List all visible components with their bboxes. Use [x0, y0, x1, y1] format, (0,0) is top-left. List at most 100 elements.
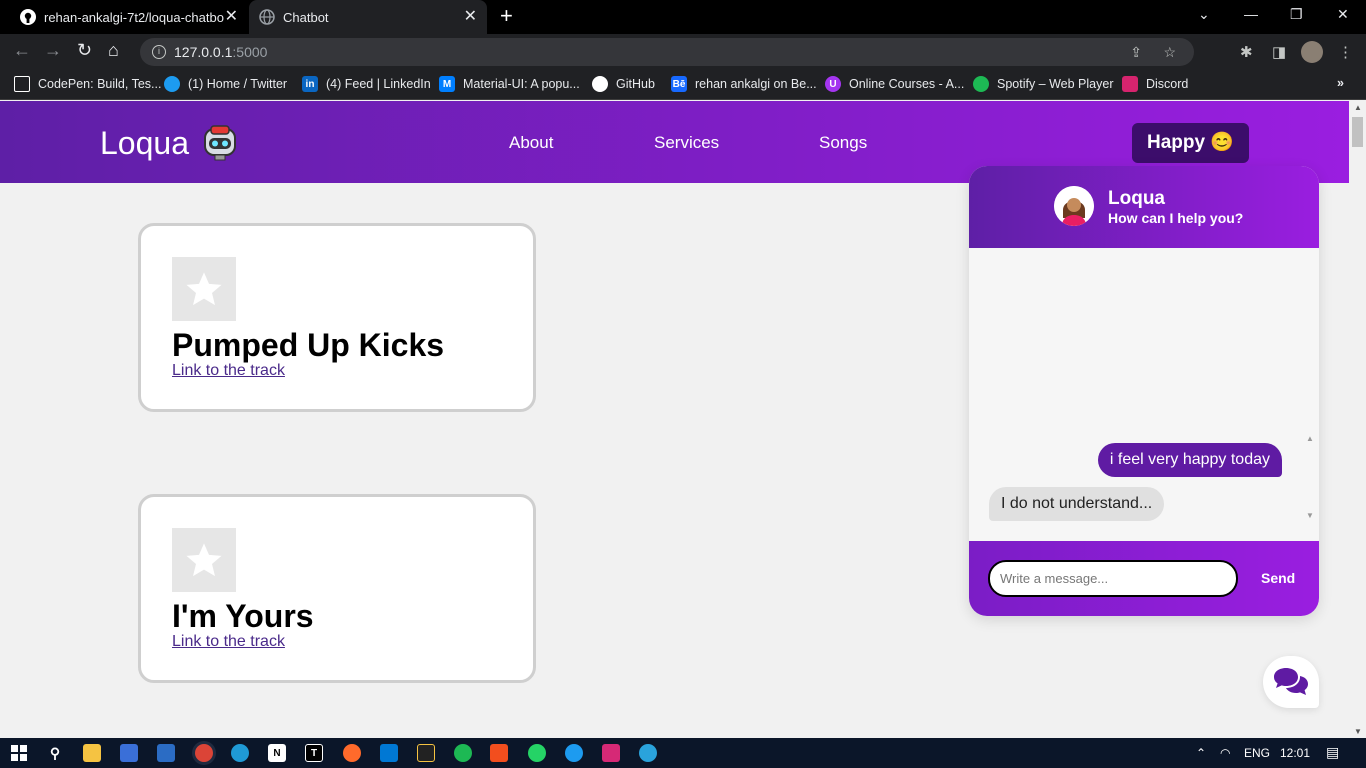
- scroll-up-icon[interactable]: ▲: [1306, 434, 1314, 443]
- bookmark-label: GitHub: [616, 77, 655, 91]
- chevron-up-icon[interactable]: ⌃: [1196, 746, 1206, 760]
- chat-toggle-button[interactable]: [1263, 656, 1319, 708]
- tab-title: Chatbot: [283, 9, 329, 25]
- search-icon[interactable]: ⚲: [46, 744, 64, 762]
- nav-services[interactable]: Services: [654, 133, 719, 153]
- typora-icon[interactable]: T: [305, 744, 323, 762]
- spotify-icon[interactable]: [454, 744, 472, 762]
- tab-search-icon[interactable]: ⌄: [1198, 6, 1210, 23]
- mui-icon: M: [439, 76, 455, 92]
- scroll-down-icon[interactable]: ▼: [1306, 511, 1314, 520]
- windows-taskbar: ⚲ N T ⌃ ◠ ENG 12:01 ▤: [0, 738, 1366, 768]
- avatar: [1054, 186, 1094, 226]
- mail-icon[interactable]: [157, 744, 175, 762]
- windows-start-icon[interactable]: [10, 744, 28, 762]
- star-icon: [172, 528, 236, 592]
- whatsapp-icon[interactable]: [528, 744, 546, 762]
- close-tab-icon[interactable]: ✕: [225, 9, 238, 25]
- store-icon[interactable]: [120, 744, 138, 762]
- chat-footer: Write a message... Send: [969, 541, 1319, 616]
- bookmark-label: rehan ankalgi on Be...: [695, 77, 817, 91]
- vscode-icon[interactable]: [380, 744, 398, 762]
- bookmark-twitter[interactable]: (1) Home / Twitter: [164, 76, 287, 92]
- twitter-icon[interactable]: [565, 744, 583, 762]
- more-bookmarks-icon[interactable]: »: [1337, 76, 1344, 90]
- figma-icon[interactable]: [490, 744, 508, 762]
- notion-icon[interactable]: N: [268, 744, 286, 762]
- udemy-icon: U: [825, 76, 841, 92]
- github-icon: [20, 9, 36, 25]
- restore-icon[interactable]: ❐: [1290, 6, 1303, 23]
- nav-about[interactable]: About: [509, 133, 553, 153]
- site-logo[interactable]: Loqua: [100, 125, 189, 162]
- bookmark-github[interactable]: GitHub: [592, 76, 655, 92]
- chat-subtitle: How can I help you?: [1108, 210, 1244, 226]
- bookmark-label: (4) Feed | LinkedIn: [326, 77, 431, 91]
- tab-chatbot[interactable]: Chatbot ✕: [249, 0, 487, 34]
- wifi-icon[interactable]: ◠: [1220, 746, 1230, 760]
- spotify-icon: [973, 76, 989, 92]
- side-panel-icon[interactable]: ◨: [1272, 43, 1286, 61]
- scroll-down-icon[interactable]: ▼: [1354, 727, 1362, 736]
- chat-title: Loqua: [1108, 188, 1165, 209]
- reload-icon[interactable]: ↻: [77, 40, 92, 61]
- bookmarks-bar: CodePen: Build, Tes... (1) Home / Twitte…: [0, 70, 1366, 100]
- file-explorer-icon[interactable]: [83, 744, 101, 762]
- bookmark-label: CodePen: Build, Tes...: [38, 77, 162, 91]
- bookmark-behance[interactable]: Bē rehan ankalgi on Be...: [671, 76, 817, 92]
- star-icon: [172, 257, 236, 321]
- app-icon[interactable]: [417, 744, 435, 762]
- song-card: Pumped Up Kicks Link to the track: [138, 223, 536, 412]
- browser-toolbar: ← → ↻ ⌂ i 127.0.0.1:5000 ⇪ ☆ ✱ ◨ ⋮: [0, 34, 1366, 70]
- site-info-icon[interactable]: i: [152, 45, 166, 59]
- bookmark-udemy[interactable]: U Online Courses - A...: [825, 76, 964, 92]
- forward-icon[interactable]: →: [44, 40, 62, 61]
- discord-icon: [1122, 76, 1138, 92]
- bookmark-material-ui[interactable]: M Material-UI: A popu...: [439, 76, 580, 92]
- bookmark-label: Discord: [1146, 77, 1189, 91]
- page-scrollbar[interactable]: ▲ ▼: [1349, 101, 1366, 738]
- share-icon[interactable]: ⇪: [1130, 38, 1142, 66]
- tab-github[interactable]: rehan-ankalgi-7t2/loqua-chatbot ✕: [0, 0, 248, 34]
- postman-icon[interactable]: [343, 744, 361, 762]
- bookmark-label: Spotify – Web Player: [997, 77, 1114, 91]
- bookmark-linkedin[interactable]: in (4) Feed | LinkedIn: [302, 76, 431, 92]
- menu-icon[interactable]: ⋮: [1338, 43, 1353, 61]
- edge-icon[interactable]: [231, 744, 249, 762]
- profile-avatar[interactable]: [1301, 41, 1323, 63]
- minimize-icon[interactable]: —: [1244, 6, 1258, 22]
- bookmark-discord[interactable]: Discord: [1122, 76, 1188, 92]
- scroll-up-icon[interactable]: ▲: [1354, 103, 1362, 112]
- message-input[interactable]: Write a message...: [988, 560, 1238, 597]
- user-message: i feel very happy today: [1097, 443, 1282, 477]
- close-tab-icon[interactable]: ✕: [464, 9, 477, 25]
- clock[interactable]: 12:01: [1280, 746, 1310, 760]
- bookmark-codepen[interactable]: CodePen: Build, Tes...: [14, 76, 161, 92]
- bookmark-label: Online Courses - A...: [849, 77, 965, 91]
- close-window-icon[interactable]: ✕: [1337, 6, 1349, 23]
- bookmark-spotify[interactable]: Spotify – Web Player: [973, 76, 1114, 92]
- mood-button[interactable]: Happy 😊: [1132, 123, 1249, 163]
- chat-header: Loqua How can I help you?: [969, 166, 1319, 248]
- bookmark-star-icon[interactable]: ☆: [1163, 38, 1176, 66]
- page-viewport: Loqua About Services Songs Happy 😊 Pumpe…: [0, 101, 1349, 738]
- language-indicator[interactable]: ENG: [1244, 746, 1270, 760]
- telegram-icon[interactable]: [639, 744, 657, 762]
- behance-icon: Bē: [671, 76, 687, 92]
- song-title: I'm Yours: [172, 598, 314, 634]
- robot-icon: [204, 125, 236, 161]
- chrome-icon[interactable]: [195, 744, 213, 762]
- song-link[interactable]: Link to the track: [172, 633, 285, 651]
- song-link[interactable]: Link to the track: [172, 362, 285, 380]
- scrollbar-thumb[interactable]: [1352, 117, 1363, 147]
- address-bar[interactable]: i 127.0.0.1:5000 ⇪ ☆: [140, 38, 1194, 66]
- chat-scrollbar[interactable]: ▲ ▼: [1302, 432, 1319, 522]
- extensions-icon[interactable]: ✱: [1240, 43, 1253, 61]
- send-button[interactable]: Send: [1261, 570, 1295, 586]
- notifications-icon[interactable]: ▤: [1326, 744, 1339, 761]
- new-tab-icon[interactable]: +: [500, 5, 513, 27]
- home-icon[interactable]: ⌂: [108, 40, 119, 61]
- nav-songs[interactable]: Songs: [819, 133, 867, 153]
- instagram-icon[interactable]: [602, 744, 620, 762]
- back-icon[interactable]: ←: [13, 40, 31, 61]
